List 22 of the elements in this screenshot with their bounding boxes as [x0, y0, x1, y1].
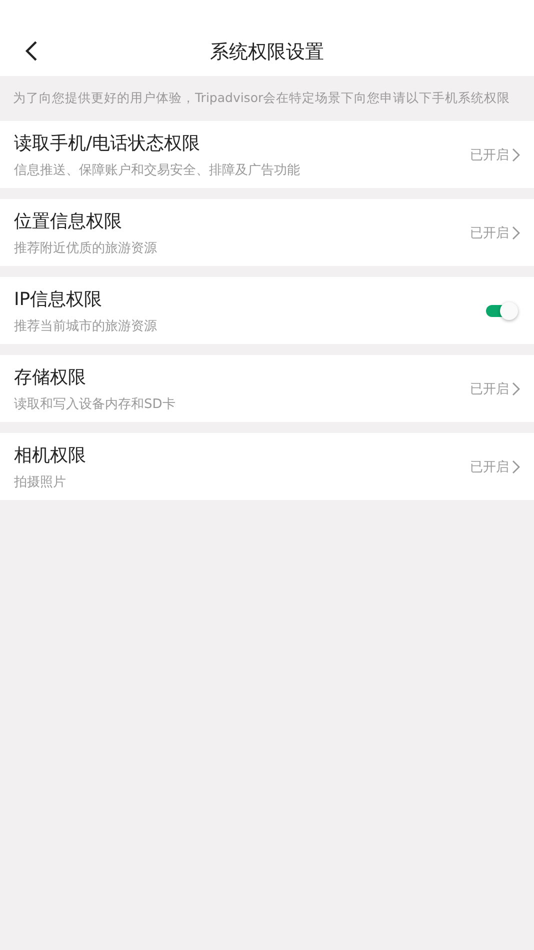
chevron-icon: [512, 382, 520, 396]
permission-row[interactable]: 位置信息权限 推荐附近优质的旅游资源 已开启: [0, 199, 534, 266]
back-icon: [24, 40, 38, 62]
permission-row[interactable]: IP信息权限 推荐当前城市的旅游资源: [0, 277, 534, 344]
permission-description: 推荐附近优质的旅游资源: [14, 240, 158, 256]
permission-description: 读取和写入设备内存和SD卡: [14, 396, 176, 412]
permission-description: 推荐当前城市的旅游资源: [14, 318, 158, 334]
permission-row[interactable]: 相机权限 拍摄照片 已开启: [0, 433, 534, 500]
permission-description: 信息推送、保障账户和交易安全、排障及广告功能: [14, 162, 301, 178]
chevron-icon: [512, 226, 520, 240]
permission-title: 读取手机/电话状态权限: [14, 132, 202, 154]
page-title: 系统权限设置: [210, 40, 324, 65]
permission-title: 相机权限: [14, 444, 87, 466]
permission-title: 位置信息权限: [14, 210, 123, 232]
chevron-icon: [512, 148, 520, 162]
notice-text: 为了向您提供更好的用户体验，Tripadvisor会在特定场景下向您申请以下手机系统权限: [12, 89, 512, 107]
permission-title: IP信息权限: [14, 288, 104, 310]
permission-title: 存储权限: [14, 366, 87, 388]
chevron-icon: [512, 460, 520, 474]
permission-row[interactable]: 存储权限 读取和写入设备内存和SD卡 已开启: [0, 355, 534, 422]
permission-description: 拍摄照片: [14, 474, 67, 490]
permission-row[interactable]: 读取手机/电话状态权限 信息推送、保障账户和交易安全、排障及广告功能 已开启: [0, 121, 534, 188]
